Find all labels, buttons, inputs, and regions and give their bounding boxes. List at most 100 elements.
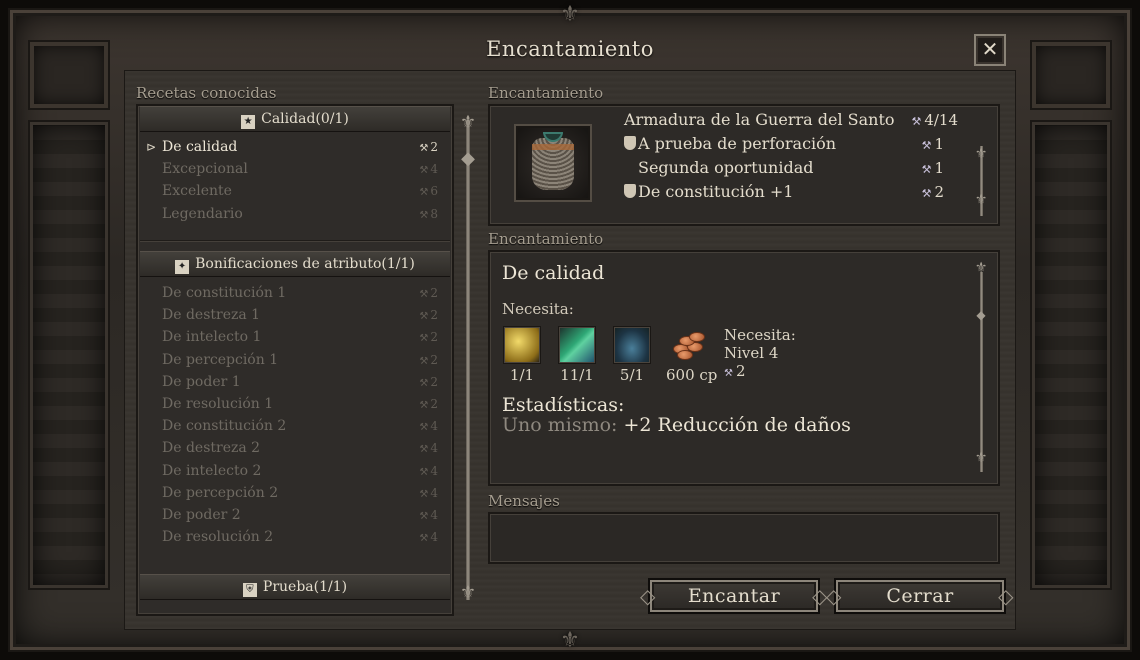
enchantment-name: De constitución +1	[638, 182, 794, 201]
enchantment-type-icon	[624, 184, 636, 198]
recipe-name: De intelecto 1	[162, 329, 262, 346]
close-icon[interactable]: ✕	[974, 34, 1006, 66]
enchant-point-icon: ⚒	[419, 444, 429, 456]
enchant-point-icon: ⚒	[419, 466, 429, 478]
recipe-cost: ⚒ 2	[419, 140, 438, 154]
top-ornament-icon: ⚜	[560, 2, 580, 27]
recipe-name: De destreza 1	[162, 307, 261, 324]
close-button[interactable]: ◇ Cerrar ◇	[826, 578, 1014, 614]
window-title: Encantamiento	[486, 37, 654, 61]
enchant-button[interactable]: ◇ Encantar ◇	[640, 578, 828, 614]
recipe-item[interactable]: De destreza 1 ⚒ 2	[140, 304, 450, 326]
enchant-point-icon: ⚒	[419, 187, 429, 199]
item-scroll-top-icon[interactable]: ⚜	[971, 146, 991, 162]
recipe-name: De resolución 1	[162, 396, 274, 412]
recipe-item[interactable]: De intelecto 1 ⚒ 2	[140, 326, 450, 348]
recipe-item[interactable]: De constitución 2 ⚒ 4	[140, 415, 450, 437]
enchant-point-icon: ⚒	[419, 377, 429, 389]
recipe-name: De destreza 2	[162, 440, 261, 457]
recipe-cost: ⚒ 2	[419, 352, 438, 367]
scroll-bottom-icon[interactable]: ⚜	[458, 582, 478, 603]
recipe-item[interactable]: Excelente ⚒ 6	[140, 180, 450, 202]
recipe-item[interactable]: De percepción 2 ⚒ 4	[140, 482, 450, 504]
recipe-item[interactable]: De poder 1 ⚒ 2	[140, 371, 450, 393]
stats-value: +2 Reducción de daños	[623, 414, 851, 436]
ingredient-copper-coins[interactable]: 600 cp	[666, 326, 717, 384]
recipe-cost: ⚒ 4	[419, 530, 438, 545]
enchant-point-icon: ⚒	[419, 511, 429, 522]
scroll-track[interactable]	[466, 120, 470, 600]
green-crystal-icon	[558, 326, 596, 364]
recipe-item[interactable]: De resolución 2 ⚒ 4	[140, 526, 450, 548]
recipe-name: De resolución 2	[162, 529, 274, 546]
button-deco-icon: ◇	[998, 584, 1014, 608]
recipe-cost: ⚒ 2	[419, 397, 438, 411]
frame-ornament-top-left	[28, 40, 110, 110]
divider	[140, 240, 450, 242]
chainmail-armor-icon[interactable]	[514, 124, 592, 202]
detail-scroll-bottom-icon[interactable]: ⚜	[971, 450, 991, 466]
recipe-item[interactable]: De percepción 1 ⚒ 2	[140, 349, 450, 371]
enchant-point-icon: ⚒	[419, 289, 429, 300]
item-enchantment-row[interactable]: A prueba de perforación ⚒ 1	[624, 132, 974, 156]
category-header-proof[interactable]: ⛨ Prueba(1/1)	[140, 574, 450, 600]
ingredient-gold-ore[interactable]: 1/1	[502, 326, 542, 384]
recipe-cost: ⚒ 4	[419, 463, 438, 478]
enchant-point-icon: ⚒	[921, 163, 932, 176]
recipe-name: De poder 2	[162, 507, 241, 523]
recipe-item[interactable]: Excepcional ⚒ 4	[140, 158, 450, 180]
ingredient-count: 1/1	[509, 366, 535, 384]
enchantment-name: A prueba de perforación	[638, 134, 837, 153]
frame-pillar-left	[28, 120, 110, 590]
enchant-point-icon: ⚒	[419, 488, 429, 500]
stats-label: Estadísticas:	[502, 394, 625, 416]
detail-panel: De calidad Necesita: 1/1 11/1 5/1 600 cp…	[488, 250, 1000, 486]
recipe-item[interactable]: ⊳ De calidad ⚒ 2	[140, 136, 450, 158]
ingredient-green-crystal[interactable]: 11/1	[557, 326, 597, 384]
enchant-point-icon: ⚒	[419, 400, 429, 411]
gold-ore-icon	[503, 326, 541, 364]
star-icon: ★	[241, 115, 256, 129]
stats-line: Uno mismo: +2 Reducción de daños	[502, 414, 851, 436]
bottom-ornament-icon: ⚜	[560, 628, 580, 653]
ingredient-blue-shell[interactable]: 5/1	[612, 326, 652, 384]
detail-scroll-top-icon[interactable]: ⚜	[971, 260, 991, 276]
enchant-point-icon: ⚒	[419, 533, 429, 545]
copper-coins-icon	[669, 326, 707, 364]
detail-scroll-track[interactable]	[980, 272, 983, 472]
recipe-name: De percepción 2	[162, 484, 279, 501]
category-header-attribute[interactable]: ✦ Bonificaciones de atributo(1/1)	[140, 251, 450, 277]
scroll-handle-icon[interactable]: ◆	[458, 148, 478, 169]
recipe-name: De intelecto 2	[162, 462, 262, 479]
recipe-item[interactable]: De resolución 1 ⚒ 2	[140, 393, 450, 415]
recipe-item[interactable]: De constitución 1 ⚒ 2	[140, 282, 450, 304]
recipe-item[interactable]: De intelecto 2 ⚒ 4	[140, 460, 450, 482]
category-header-quality[interactable]: ★ Calidad(0/1)	[140, 106, 450, 132]
item-capacity: ⚒ 4/14	[911, 111, 958, 129]
enchant-point-icon: ⚒	[419, 143, 429, 154]
category-label: Bonificaciones de atributo(1/1)	[195, 256, 415, 272]
scroll-top-icon[interactable]: ⚜	[458, 112, 478, 133]
item-scroll-bottom-icon[interactable]: ⚜	[971, 192, 991, 208]
recipe-item[interactable]: De destreza 2 ⚒ 4	[140, 437, 450, 459]
recipe-item[interactable]: Legendario ⚒ 8	[140, 203, 450, 225]
enchant-point-icon: ⚒	[419, 311, 429, 323]
item-panel: Armadura de la Guerra del Santo ⚒ 4/14 ⚜ …	[488, 104, 1000, 226]
recipe-cost: ⚒ 4	[419, 485, 438, 500]
recipe-item[interactable]: De poder 2 ⚒ 4	[140, 504, 450, 526]
item-enchantment-row[interactable]: Segunda oportunidad ⚒ 1	[624, 156, 974, 180]
title-bar: Encantamiento	[120, 28, 1020, 68]
recipe-name: De constitución 2	[162, 418, 287, 435]
recipe-title: De calidad	[502, 262, 605, 284]
ingredient-count: 5/1	[619, 366, 645, 384]
recipe-cost: ⚒ 4	[419, 441, 438, 456]
item-enchantment-row[interactable]: De constitución +1 ⚒ 2	[624, 180, 974, 204]
recipe-cost: ⚒ 2	[419, 330, 438, 345]
detail-scroll-handle-icon[interactable]: ◆	[971, 308, 991, 322]
enchant-point-icon: ⚒	[419, 209, 429, 221]
button-deco-icon: ◇	[826, 584, 842, 608]
enchant-point-icon: ⚒	[921, 139, 932, 152]
item-name: Armadura de la Guerra del Santo	[624, 110, 895, 129]
stats-target: Uno mismo:	[502, 414, 618, 436]
frame-ornament-top-right	[1030, 40, 1112, 110]
